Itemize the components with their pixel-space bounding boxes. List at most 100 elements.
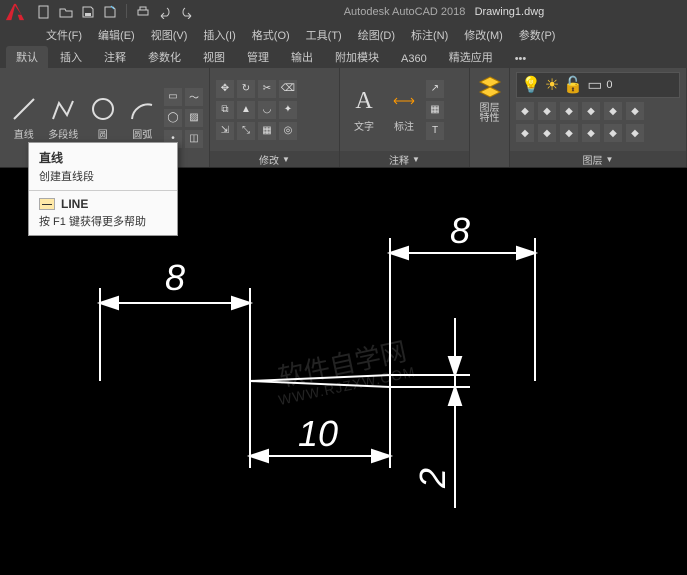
rect-icon[interactable]: ▭ (164, 88, 182, 106)
explode-icon[interactable]: ✦ (279, 101, 297, 119)
ribbon-tab-insert[interactable]: 插入 (50, 46, 92, 68)
arc-button[interactable]: 圆弧 (125, 94, 161, 141)
layer-properties-button[interactable]: 图层 特性 (472, 72, 508, 124)
polyline-icon (48, 94, 78, 124)
layer-tool-icon[interactable]: ◆ (538, 102, 556, 120)
scale-icon[interactable]: ⤡ (237, 122, 255, 140)
menu-edit[interactable]: 编辑(E) (92, 25, 141, 45)
title-bar: Autodesk AutoCAD 2018 Drawing1.dwg (0, 0, 687, 24)
spline-icon[interactable]: 〜 (185, 88, 203, 106)
rotate-icon[interactable]: ↻ (237, 80, 255, 98)
menu-parametric[interactable]: 参数(P) (513, 25, 562, 45)
tooltip-title: 直线 (29, 143, 177, 168)
panel-modify: ✥↻✂⌫ ⧉▲◡✦ ⇲⤡▦◎ 修改▼ (210, 68, 340, 167)
ribbon-tab-addins[interactable]: 附加模块 (325, 46, 389, 68)
array-icon[interactable]: ▦ (258, 122, 276, 140)
chevron-down-icon: ▼ (412, 155, 420, 164)
region-icon[interactable]: ◫ (185, 130, 203, 148)
menu-dimension[interactable]: 标注(N) (405, 25, 454, 45)
layer-tool-icon[interactable]: ◆ (538, 124, 556, 142)
chevron-down-icon: ▼ (282, 155, 290, 164)
panel-layers-btn: 图层 特性 (470, 68, 510, 167)
dim-label: 8 (450, 210, 470, 251)
layer-tool-icon[interactable]: ◆ (516, 102, 534, 120)
ribbon-tab-more-icon[interactable]: ••• (505, 50, 537, 68)
panel-layers: 💡 ☀ 🔓 ▭ 0 ◆ ◆ ◆ ◆ ◆ ◆ ◆ ◆ ◆ ◆ ◆ ◆ (510, 68, 687, 167)
layer-tool-icon[interactable]: ◆ (582, 124, 600, 142)
new-icon[interactable] (36, 4, 52, 20)
circle-button[interactable]: 圆 (85, 94, 121, 141)
move-icon[interactable]: ✥ (216, 80, 234, 98)
dim-label: 2 (412, 468, 453, 489)
layer-tool-icon[interactable]: ◆ (626, 102, 644, 120)
panel-annotate: A 文字 标注 ↗ ▦ T 注释▼ (340, 68, 470, 167)
app-logo[interactable] (0, 0, 30, 24)
offset-icon[interactable]: ◎ (279, 122, 297, 140)
mtext-icon[interactable]: T (426, 122, 444, 140)
dimension-icon (389, 86, 419, 116)
text-icon: A (349, 86, 379, 116)
menu-insert[interactable]: 插入(I) (197, 25, 241, 45)
bulb-icon: 💡 (521, 75, 541, 95)
dim-label: 8 (165, 257, 185, 298)
ellipse-icon[interactable]: ◯ (164, 109, 182, 127)
chevron-down-icon: ▼ (606, 155, 614, 164)
menu-tools[interactable]: 工具(T) (300, 25, 348, 45)
layer-dropdown[interactable]: 💡 ☀ 🔓 ▭ 0 (516, 72, 680, 98)
layers-icon (475, 72, 505, 102)
copy-icon[interactable]: ⧉ (216, 101, 234, 119)
open-icon[interactable] (58, 4, 74, 20)
ribbon-tab-a360[interactable]: A360 (391, 50, 437, 68)
saveas-icon[interactable] (102, 4, 118, 20)
mirror-icon[interactable]: ▲ (237, 101, 255, 119)
arc-icon (127, 94, 157, 124)
polyline-button[interactable]: 多段线 (46, 94, 82, 141)
ribbon-tab-strip: 默认 插入 注释 参数化 视图 管理 输出 附加模块 A360 精选应用 ••• (0, 46, 687, 68)
ribbon-tab-annotate[interactable]: 注释 (94, 46, 136, 68)
menu-file[interactable]: 文件(F) (40, 25, 88, 45)
ribbon-tab-view[interactable]: 视图 (193, 46, 235, 68)
ribbon-tab-manage[interactable]: 管理 (237, 46, 279, 68)
panel-modify-label[interactable]: 修改▼ (210, 151, 339, 167)
table-icon[interactable]: ▦ (426, 101, 444, 119)
layer-tool-icon[interactable]: ◆ (560, 124, 578, 142)
menu-draw[interactable]: 绘图(D) (352, 25, 401, 45)
ribbon-tab-output[interactable]: 输出 (281, 46, 323, 68)
layer-tool-icon[interactable]: ◆ (582, 102, 600, 120)
layer-tool-icon[interactable]: ◆ (560, 102, 578, 120)
dimension-button[interactable]: 标注 (386, 86, 422, 133)
circle-icon (88, 94, 118, 124)
lock-icon: 🔓 (563, 75, 583, 95)
plot-layer-icon: ▭ (587, 75, 602, 95)
erase-icon[interactable]: ⌫ (279, 80, 297, 98)
line-button[interactable]: 直线 (6, 94, 42, 141)
layer-tool-icon[interactable]: ◆ (516, 124, 534, 142)
menu-view[interactable]: 视图(V) (145, 25, 194, 45)
stretch-icon[interactable]: ⇲ (216, 122, 234, 140)
ribbon-tab-parametric[interactable]: 参数化 (138, 46, 191, 68)
layer-tool-icon[interactable]: ◆ (626, 124, 644, 142)
trim-icon[interactable]: ✂ (258, 80, 276, 98)
tooltip-subtitle: 创建直线段 (29, 168, 177, 191)
command-icon (39, 198, 55, 210)
redo-icon[interactable] (179, 4, 195, 20)
layer-tool-icon[interactable]: ◆ (604, 124, 622, 142)
layer-tool-icon[interactable]: ◆ (604, 102, 622, 120)
fillet-icon[interactable]: ◡ (258, 101, 276, 119)
undo-icon[interactable] (157, 4, 173, 20)
dim-label: 10 (298, 413, 338, 454)
panel-annotate-label[interactable]: 注释▼ (340, 151, 469, 167)
menu-modify[interactable]: 修改(M) (458, 25, 509, 45)
plot-icon[interactable] (135, 4, 151, 20)
ribbon-tab-featured[interactable]: 精选应用 (439, 46, 503, 68)
panel-layers-label[interactable]: 图层▼ (510, 151, 686, 167)
ribbon-tab-default[interactable]: 默认 (6, 46, 48, 68)
sun-icon: ☀ (545, 75, 559, 95)
line-icon (9, 94, 39, 124)
tooltip-help: 按 F1 键获得更多帮助 (29, 213, 177, 235)
leader-icon[interactable]: ↗ (426, 80, 444, 98)
save-icon[interactable] (80, 4, 96, 20)
hatch-icon[interactable]: ▨ (185, 109, 203, 127)
text-button[interactable]: A 文字 (346, 86, 382, 133)
menu-format[interactable]: 格式(O) (246, 25, 296, 45)
